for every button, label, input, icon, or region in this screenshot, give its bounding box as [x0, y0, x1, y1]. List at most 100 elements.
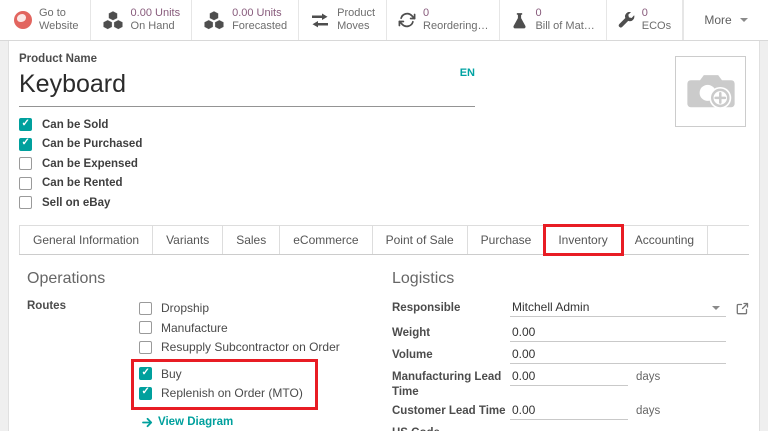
- more-button-label: More: [704, 13, 731, 27]
- responsible-value: Mitchell Admin: [512, 300, 589, 314]
- annotation-box-routes: Buy Replenish on Order (MTO): [131, 359, 318, 410]
- routes-options: Dropship Manufacture Resupply Subcontrac…: [139, 299, 340, 429]
- product-name-label: Product Name: [19, 53, 749, 65]
- can-be-sold-row: Can be Sold: [19, 115, 749, 135]
- inventory-tab-content: Operations Routes Dropship Manufacture R…: [19, 270, 749, 431]
- product-name-block: Keyboard EN: [19, 67, 475, 107]
- on-hand-stat: 0.00 Units On Hand: [131, 7, 181, 33]
- manufacture-label[interactable]: Manufacture: [161, 321, 228, 335]
- customer-lead-time-label: Customer Lead Time: [392, 402, 510, 419]
- can-be-purchased-row: Can be Purchased: [19, 135, 749, 155]
- flask-icon: [511, 12, 528, 29]
- product-name-input[interactable]: Keyboard: [19, 67, 475, 107]
- operations-group: Operations Routes Dropship Manufacture R…: [19, 270, 384, 431]
- can-be-rented-label[interactable]: Can be Rented: [42, 177, 123, 189]
- reordering-rules-button[interactable]: 0 Reordering…: [387, 0, 500, 40]
- customer-lead-time-input[interactable]: 0.00: [510, 402, 628, 420]
- manufacturing-lead-time-input[interactable]: 0.00: [510, 368, 628, 386]
- cubes-icon: [102, 11, 124, 30]
- logistics-title: Logistics: [392, 270, 749, 288]
- resupply-subcontractor-checkbox[interactable]: [139, 341, 152, 354]
- product-moves-button[interactable]: Product Moves: [299, 0, 387, 40]
- go-to-website-button[interactable]: Go to Website: [0, 0, 91, 40]
- chevron-down-icon[interactable]: [712, 306, 720, 310]
- can-be-rented-row: Can be Rented: [19, 174, 749, 194]
- on-hand-button[interactable]: 0.00 Units On Hand: [91, 0, 193, 40]
- can-be-sold-checkbox[interactable]: [19, 118, 32, 131]
- replenish-mto-label[interactable]: Replenish on Order (MTO): [161, 386, 303, 400]
- sell-on-ebay-label[interactable]: Sell on eBay: [42, 197, 110, 209]
- camera-plus-icon: [684, 70, 738, 114]
- cubes-icon: [203, 11, 225, 30]
- tab-point-of-sale[interactable]: Point of Sale: [373, 226, 468, 254]
- operations-title: Operations: [27, 270, 384, 288]
- view-diagram-link[interactable]: View Diagram: [142, 416, 340, 428]
- sell-on-ebay-checkbox[interactable]: [19, 196, 32, 209]
- go-to-website-label: Go to Website: [39, 7, 79, 33]
- tab-purchase[interactable]: Purchase: [468, 226, 546, 254]
- sell-on-ebay-row: Sell on eBay: [19, 193, 749, 213]
- tab-inventory[interactable]: Inventory: [545, 226, 621, 254]
- wrench-icon: [618, 12, 635, 29]
- manufacturing-lead-time-label: Manufacturing Lead Time: [392, 368, 510, 400]
- tab-variants[interactable]: Variants: [153, 226, 223, 254]
- tab-general-information[interactable]: General Information: [19, 226, 153, 254]
- route-resupply-subcontractor: Resupply Subcontractor on Order: [139, 338, 340, 358]
- volume-input[interactable]: 0.00: [510, 346, 726, 364]
- product-moves-label: Product Moves: [337, 7, 375, 33]
- product-form-sheet: Product Name Keyboard EN Can be Sold Can…: [8, 41, 760, 431]
- globe-icon: [14, 11, 32, 29]
- volume-label: Volume: [392, 346, 510, 363]
- can-be-rented-checkbox[interactable]: [19, 177, 32, 190]
- customer-lead-time-suffix: days: [636, 402, 660, 417]
- routes-field-row: Routes Dropship Manufacture Resupply Sub…: [27, 299, 384, 429]
- responsible-field-row: Responsible Mitchell Admin: [392, 299, 749, 320]
- tab-ecommerce[interactable]: eCommerce: [280, 226, 372, 254]
- replenish-mto-checkbox[interactable]: [139, 387, 152, 400]
- can-be-expensed-checkbox[interactable]: [19, 157, 32, 170]
- responsible-select[interactable]: Mitchell Admin: [510, 299, 726, 317]
- can-be-sold-label[interactable]: Can be Sold: [42, 119, 108, 131]
- manufacturing-lead-time-suffix: days: [636, 368, 660, 383]
- refresh-icon: [398, 12, 416, 28]
- can-be-expensed-label[interactable]: Can be Expensed: [42, 158, 138, 170]
- bom-stat: 0 Bill of Mat…: [535, 7, 594, 33]
- manufacturing-lead-time-field-row: Manufacturing Lead Time 0.00 days: [392, 368, 749, 400]
- manufacture-checkbox[interactable]: [139, 321, 152, 334]
- routes-label: Routes: [27, 299, 139, 312]
- route-dropship: Dropship: [139, 299, 340, 319]
- hs-code-label: HS Code: [392, 424, 510, 431]
- buy-label[interactable]: Buy: [161, 367, 182, 381]
- product-image-placeholder[interactable]: [675, 56, 746, 127]
- weight-input[interactable]: 0.00: [510, 324, 726, 342]
- buy-checkbox[interactable]: [139, 367, 152, 380]
- can-be-purchased-checkbox[interactable]: [19, 138, 32, 151]
- responsible-label: Responsible: [392, 299, 510, 316]
- external-link-icon[interactable]: [736, 302, 749, 320]
- tab-accounting[interactable]: Accounting: [622, 226, 708, 254]
- ecos-button[interactable]: 0 ECOs: [607, 0, 683, 40]
- dropship-checkbox[interactable]: [139, 302, 152, 315]
- tab-sales[interactable]: Sales: [223, 226, 280, 254]
- volume-field-row: Volume 0.00: [392, 346, 749, 364]
- more-button[interactable]: More: [683, 0, 768, 40]
- forecasted-button[interactable]: 0.00 Units Forecasted: [192, 0, 299, 40]
- bill-of-materials-button[interactable]: 0 Bill of Mat…: [500, 0, 606, 40]
- reordering-stat: 0 Reordering…: [423, 7, 488, 33]
- view-diagram-label: View Diagram: [158, 416, 233, 428]
- weight-label: Weight: [392, 324, 510, 341]
- can-be-purchased-label[interactable]: Can be Purchased: [42, 138, 142, 150]
- chevron-down-icon: [740, 18, 748, 22]
- route-manufacture: Manufacture: [139, 318, 340, 338]
- dropship-label[interactable]: Dropship: [161, 301, 209, 315]
- customer-lead-time-field-row: Customer Lead Time 0.00 days: [392, 402, 749, 420]
- arrow-right-icon: [142, 417, 153, 428]
- notebook-tabs: General Information Variants Sales eComm…: [19, 225, 749, 255]
- language-badge[interactable]: EN: [460, 67, 475, 79]
- logistics-group: Logistics Responsible Mitchell Admin: [384, 270, 749, 431]
- weight-field-row: Weight 0.00: [392, 324, 749, 342]
- stat-button-bar: Go to Website 0.00 Units On Hand 0.00 Un: [0, 0, 768, 41]
- hs-code-input[interactable]: [510, 424, 726, 431]
- resupply-subcontractor-label[interactable]: Resupply Subcontractor on Order: [161, 340, 340, 354]
- route-buy: Buy: [139, 364, 303, 384]
